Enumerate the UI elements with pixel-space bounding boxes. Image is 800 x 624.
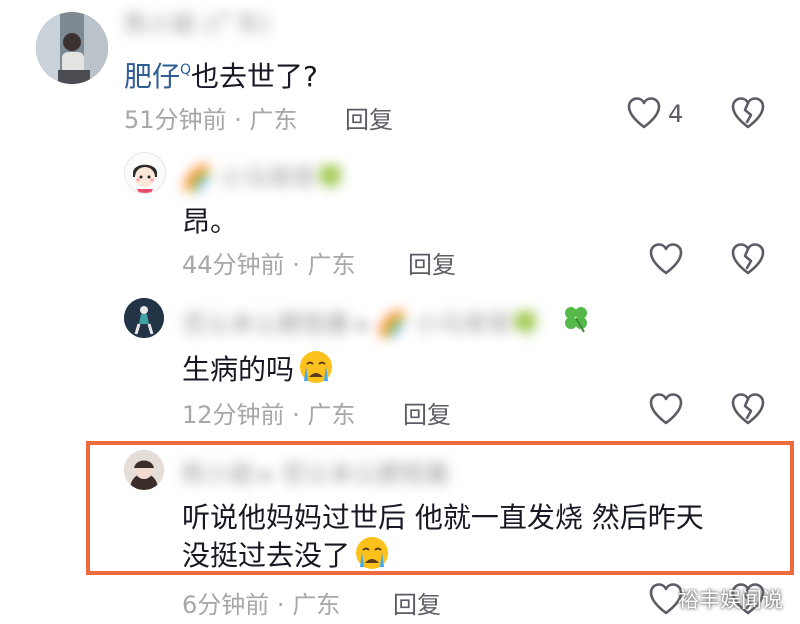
comment-location: 广东 (249, 106, 298, 134)
comment-time: 6分钟前 (182, 591, 270, 619)
comment-text: 生病的吗 (182, 348, 334, 388)
reply-button[interactable]: 回复 (403, 395, 451, 430)
avatar-cartoon-girl (125, 153, 165, 193)
comment-text: 肥仔Q也去世了? (124, 60, 318, 93)
comment-location: 广东 (292, 591, 341, 619)
avatar[interactable] (124, 450, 164, 490)
search-icon: Q (180, 62, 192, 78)
meta-separator: · (292, 401, 300, 429)
meta-separator: · (292, 251, 300, 279)
crying-face-emoji (300, 351, 333, 383)
avatar[interactable] (36, 12, 108, 84)
reply-button[interactable]: 回复 (408, 245, 456, 280)
mention-link[interactable]: 肥仔 (124, 60, 180, 93)
comment-meta: 44分钟前 · 广东 (182, 245, 355, 280)
crying-face-emoji (356, 537, 389, 569)
meta-separator: · (276, 591, 285, 619)
comment-time: 44分钟前 (182, 251, 285, 279)
comment-location: 广东 (307, 401, 356, 429)
comment-meta: 12分钟前 · 广东 (182, 395, 355, 430)
comment-text-line1: 听说他妈妈过世后 他就一直发烧 然后昨天 (182, 501, 704, 534)
watermark: 裕丰娱闻说 (678, 588, 783, 612)
comment-time: 12分钟前 (182, 401, 285, 429)
heart-outline-icon[interactable] (648, 242, 684, 276)
username-row[interactable]: 陈小姐 ▸ 否认本认都阻塞 (182, 454, 449, 489)
comment-meta: 51分钟前 · 广东 (124, 100, 297, 135)
broken-heart-outline-icon[interactable] (730, 242, 766, 276)
meta-separator: · (234, 106, 242, 134)
clover-emoji (565, 307, 587, 333)
comment-location: 广东 (307, 251, 356, 279)
reply-button[interactable]: 回复 (345, 100, 393, 135)
comment-meta: 6分钟前 · 广东 (182, 585, 340, 620)
username-row[interactable]: 🌈 小马哥哥🍀 (182, 158, 345, 193)
comment-time: 51分钟前 (124, 106, 227, 134)
avatar[interactable] (124, 298, 164, 338)
broken-heart-outline-icon[interactable] (730, 392, 766, 426)
username[interactable]: 陈小姐 (广东) (124, 4, 270, 39)
broken-heart-outline-icon[interactable] (730, 96, 766, 130)
username-row[interactable]: 否认本认都阻塞 ▸ 🌈 小马哥哥🍀 (182, 304, 541, 339)
username[interactable]: 否认本认都阻塞 ▸ 🌈 小马哥哥🍀 (182, 310, 541, 338)
comment-text: 昂。 (182, 205, 239, 238)
heart-outline-icon[interactable] (648, 392, 684, 426)
avatar[interactable] (124, 152, 166, 194)
comment-text-line2: 没挺过去没了 (182, 534, 390, 574)
reply-button[interactable]: 回复 (393, 585, 441, 620)
like-count: 4 (668, 100, 684, 128)
username[interactable]: 陈小姐 ▸ 否认本认都阻塞 (182, 460, 449, 488)
avatar-photo (124, 450, 164, 490)
avatar-figure (124, 298, 164, 338)
username[interactable]: 🌈 小马哥哥🍀 (182, 164, 345, 192)
avatar-photo (36, 12, 108, 84)
heart-outline-icon[interactable] (626, 96, 662, 130)
